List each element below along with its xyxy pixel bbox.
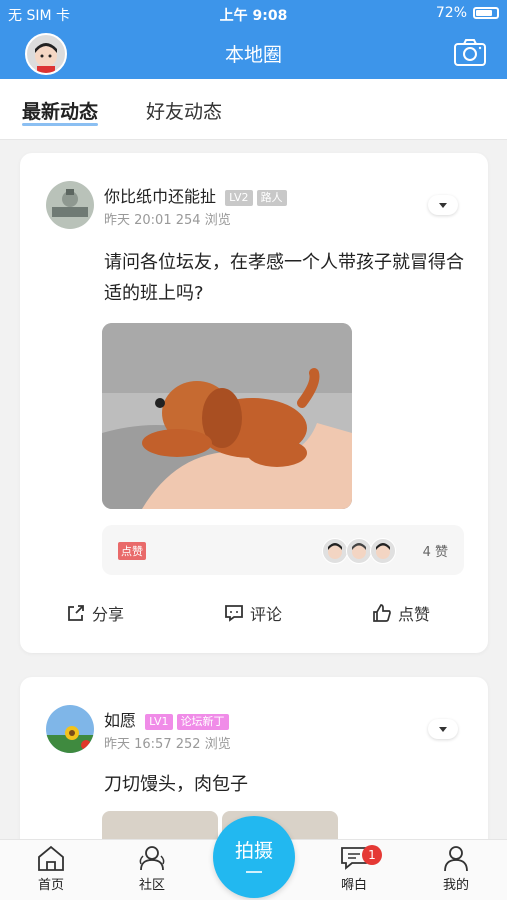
camera-icon: [454, 39, 486, 66]
comment-label: 评论: [250, 605, 283, 624]
post-meta: 昨天 16:57 252 浏览: [104, 733, 231, 752]
like-label: 点赞: [398, 605, 431, 624]
post-text: 请问各位坛友，在孝感一个人带孩子就冒得合适的班上吗?: [104, 252, 464, 304]
post-card: 你比纸巾还能扯 LV2 路人 昨天 20:01 254 浏览 请问各位坛友，在孝感…: [20, 153, 488, 653]
post-more-button[interactable]: [428, 719, 458, 739]
level-badge: LV1: [145, 713, 173, 730]
like-button[interactable]: 点赞: [372, 601, 430, 625]
share-icon: [68, 605, 84, 621]
like-tag: 点赞: [118, 542, 146, 560]
liker-avatar[interactable]: [370, 538, 396, 564]
post-author-name[interactable]: 如愿: [104, 711, 136, 730]
thumbs-up-icon: [373, 604, 391, 622]
post-time: 昨天 16:57: [104, 737, 172, 752]
tab-active-indicator: [22, 123, 98, 126]
share-button[interactable]: 分享: [66, 601, 124, 625]
tab-latest[interactable]: 最新动态: [22, 97, 98, 124]
battery-percent: 72%: [435, 5, 467, 21]
post-text: 刀切馒头，肉包子: [104, 774, 248, 795]
tab-home[interactable]: 首页: [21, 844, 81, 893]
share-label: 分享: [92, 605, 125, 624]
tab-home-label: 首页: [37, 878, 64, 893]
like-count: 4 赞: [422, 545, 448, 560]
tab-mine[interactable]: 我的: [426, 844, 486, 893]
tab-mine-label: 我的: [442, 878, 469, 893]
status-bar: 无 SIM 卡 上午 9:08 72%: [0, 0, 507, 28]
tab-chat-label: 嘚白: [340, 878, 367, 893]
role-badge: 路人: [256, 189, 287, 206]
post-views: 254 浏览: [175, 213, 231, 228]
clock: 上午 9:08: [219, 8, 288, 24]
post-author-avatar[interactable]: [46, 705, 94, 753]
post-meta: 昨天 20:01 254 浏览: [104, 209, 231, 228]
liker-avatar[interactable]: [322, 538, 348, 564]
page-title: 本地圈: [224, 44, 282, 66]
comment-icon: [225, 605, 243, 622]
post-views: 252 浏览: [175, 737, 231, 752]
post-author-name[interactable]: 你比纸巾还能扯: [104, 187, 216, 206]
comment-button[interactable]: 评论: [224, 601, 282, 625]
tab-community-label: 社区: [138, 878, 165, 893]
shoot-label: 拍摄: [234, 840, 273, 862]
post-more-button[interactable]: [428, 195, 458, 215]
liker-avatar[interactable]: [346, 538, 372, 564]
feed-tabs: 最新动态 好友动态: [0, 79, 507, 140]
person-icon: [444, 846, 468, 872]
community-icon: [139, 846, 165, 871]
post-time: 昨天 20:01: [104, 213, 172, 228]
shoot-line-icon: [246, 871, 262, 873]
post-author-line: 你比纸巾还能扯 LV2 路人: [104, 183, 287, 207]
battery-icon: [473, 7, 499, 19]
tab-friends[interactable]: 好友动态: [146, 97, 222, 124]
post-photo[interactable]: [102, 323, 352, 509]
level-badge: LV2: [225, 189, 253, 206]
post-author-line: 如愿 LV1 论坛新丁: [104, 707, 229, 731]
post-actions: 分享 评论 点赞: [20, 601, 488, 631]
likes-bar: 点赞 4 赞: [102, 525, 464, 575]
camera-button[interactable]: [453, 37, 487, 67]
post-author-avatar[interactable]: [46, 181, 94, 229]
shoot-button[interactable]: 拍摄: [213, 816, 295, 898]
home-icon: [38, 845, 64, 871]
role-badge: 论坛新丁: [176, 713, 229, 730]
status-right: 72%: [436, 5, 499, 21]
chat-notification-badge: 1: [362, 845, 382, 865]
app-header: 无 SIM 卡 上午 9:08 72% 本地圈: [0, 0, 507, 79]
tab-community[interactable]: 社区: [122, 844, 182, 893]
